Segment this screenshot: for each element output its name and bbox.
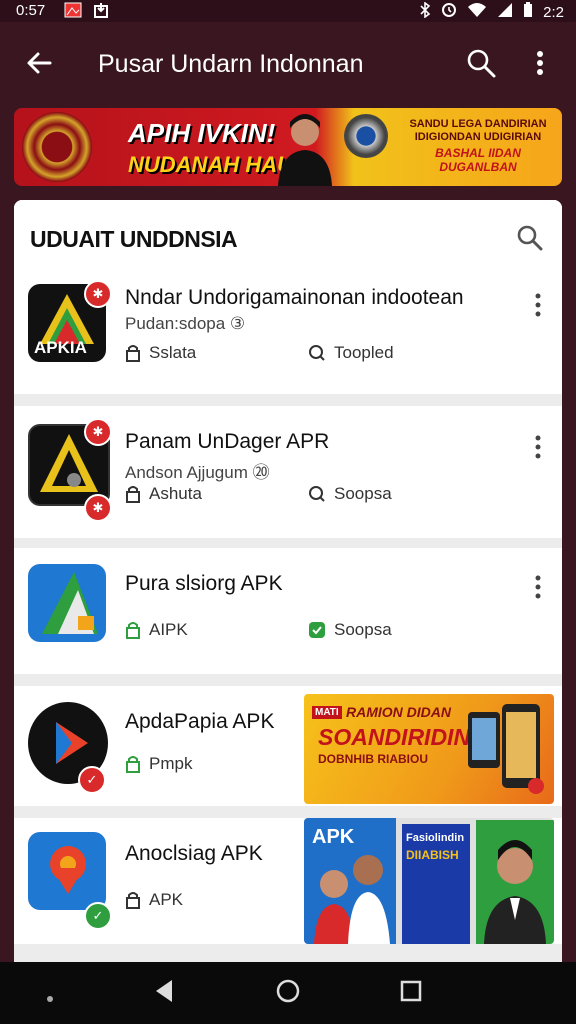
app-meta-right-label: Soopsa <box>334 620 392 639</box>
section-title: UDUAIT UNDDNSIA <box>30 226 238 252</box>
banner-side-text-2: BASHAL IIDAN DUGANLBAN <box>435 146 521 174</box>
wifi-icon <box>467 2 487 22</box>
app-meta-left-label: AIPK <box>149 620 188 639</box>
app-name: ApdaPapia APK <box>125 710 275 733</box>
nav-dot-icon <box>46 990 54 1002</box>
app-icon <box>28 564 106 642</box>
app-meta-left: Ashuta <box>125 484 202 504</box>
app-meta-left: AIPK <box>125 620 188 640</box>
app-subtitle: Pudan:sdopa ③ <box>125 314 246 333</box>
promo-line-3: DOBNHIB RIABIOU <box>318 752 428 766</box>
bluetooth-icon <box>419 1 431 22</box>
app-meta-left: Sslata <box>125 343 196 363</box>
status-bar: 0:57 2:2 <box>0 0 576 22</box>
status-clock: 2:2 <box>543 3 564 21</box>
lock-icon <box>126 756 140 773</box>
system-nav-bar <box>0 962 576 1024</box>
item-more-icon[interactable] <box>532 574 544 600</box>
app-meta-left-label: Ashuta <box>149 484 202 503</box>
lock-icon <box>126 345 140 362</box>
app-meta-left-label: APK <box>149 890 184 909</box>
search-icon[interactable] <box>464 46 498 80</box>
image-notification-icon <box>64 2 82 21</box>
app-badge-icon: ✓ <box>84 902 112 930</box>
page-title: Pusar Undarn Indonnan <box>98 50 364 78</box>
item-more-icon[interactable] <box>532 292 544 318</box>
app-list-item[interactable]: ✓ ApdaPapia APK Pmpk MATI RAMION DIDAN S… <box>14 686 562 806</box>
app-list-item[interactable]: ✓ Anoclsiag APK APK APK Fasiolindin DIIA… <box>14 818 562 944</box>
app-name: Anoclsiag APK <box>125 842 263 865</box>
app-icon-label: APKIA <box>34 338 87 357</box>
verified-icon <box>309 622 325 638</box>
signal-icon <box>497 2 513 22</box>
back-arrow-icon[interactable] <box>22 46 56 80</box>
app-name: Nndar Undorigamainonan indootean <box>125 286 464 309</box>
app-name: Pura slsiorg APK <box>125 572 283 595</box>
app-subtitle: Andson Ajjugum ⑳ <box>125 463 270 482</box>
banner-headline: APIH IVKIN! <box>128 118 276 148</box>
promo-line-1: RAMION DIDAN <box>346 704 451 720</box>
promo-photo-3 <box>476 820 554 944</box>
banner-gear-icon <box>344 114 388 158</box>
lock-icon <box>126 486 140 503</box>
promo-ad-card[interactable]: MATI RAMION DIDAN SOANDIRIDIN DOBNHIB RI… <box>304 694 554 804</box>
promo-phones-image <box>462 700 550 796</box>
promo-photo-1: APK <box>304 818 396 944</box>
app-meta-left: Pmpk <box>125 754 192 774</box>
battery-icon <box>523 2 533 22</box>
nav-back-icon[interactable] <box>152 978 176 1009</box>
banner-person-image <box>272 110 338 186</box>
seal-emblem-icon <box>22 112 92 182</box>
promo-tile-line-2: DIIABISH <box>406 848 459 862</box>
search-badge-icon <box>309 345 325 361</box>
app-meta-left-label: Sslata <box>149 343 197 362</box>
banner-side-text-1: SANDU LEGA DANDIRIAN IDIGIONDAN UDIGIRIA… <box>409 118 547 143</box>
item-more-icon[interactable] <box>532 434 544 460</box>
section-search-icon[interactable] <box>514 222 546 254</box>
app-meta-left-label: Pmpk <box>149 754 193 773</box>
app-meta-right-label: Soopsa <box>334 484 392 503</box>
app-list-item[interactable]: ✱ ✱ Panam UnDager APR Andson Ajjugum ⑳ A… <box>14 406 562 538</box>
nav-recents-icon[interactable] <box>400 978 422 1009</box>
app-icon <box>28 832 106 910</box>
app-bar: Pusar Undarn Indonnan <box>0 22 576 106</box>
lock-icon <box>126 892 140 909</box>
app-meta-right: Toopled <box>308 343 394 363</box>
app-name: Panam UnDager APR <box>125 430 330 453</box>
promo-tag: MATI <box>312 706 342 719</box>
promo-tile-line-1: Fasiolindin <box>406 832 465 844</box>
promo-tile-2: Fasiolindin DIIABISH <box>402 824 470 944</box>
app-badge-icon: ✱ <box>84 418 112 446</box>
app-meta-right-label: Toopled <box>334 343 394 362</box>
download-notification-icon <box>94 2 108 21</box>
app-meta-left: APK <box>125 890 183 910</box>
more-vert-icon[interactable] <box>528 46 552 80</box>
banner-subheadline: NUDANAH HAU <box>128 152 293 177</box>
promo-image-strip[interactable]: APK Fasiolindin DIIABISH <box>304 818 554 944</box>
nav-home-icon[interactable] <box>275 978 301 1009</box>
promo-line-2: SOANDIRIDIN <box>318 724 471 750</box>
alarm-icon <box>441 2 457 22</box>
app-list-item[interactable]: Pura slsiorg APK AIPK Soopsa <box>14 548 562 674</box>
app-meta-right: Soopsa <box>308 484 392 504</box>
lock-icon <box>126 622 140 639</box>
app-list-item[interactable]: APKIA ✱ Nndar Undorigamainonan indootean… <box>14 276 562 394</box>
app-meta-right: Soopsa <box>308 620 392 640</box>
app-badge-icon: ✱ <box>84 494 112 522</box>
app-badge-icon: ✱ <box>84 280 112 308</box>
search-badge-icon <box>309 486 325 502</box>
status-time: 0:57 <box>16 2 46 19</box>
app-badge-icon: ✓ <box>78 766 106 794</box>
section-header: UDUAIT UNDDNSIA <box>14 200 562 276</box>
promo-banner[interactable]: APIH IVKIN! NUDANAH HAU SANDU LEGA DANDI… <box>14 108 562 186</box>
